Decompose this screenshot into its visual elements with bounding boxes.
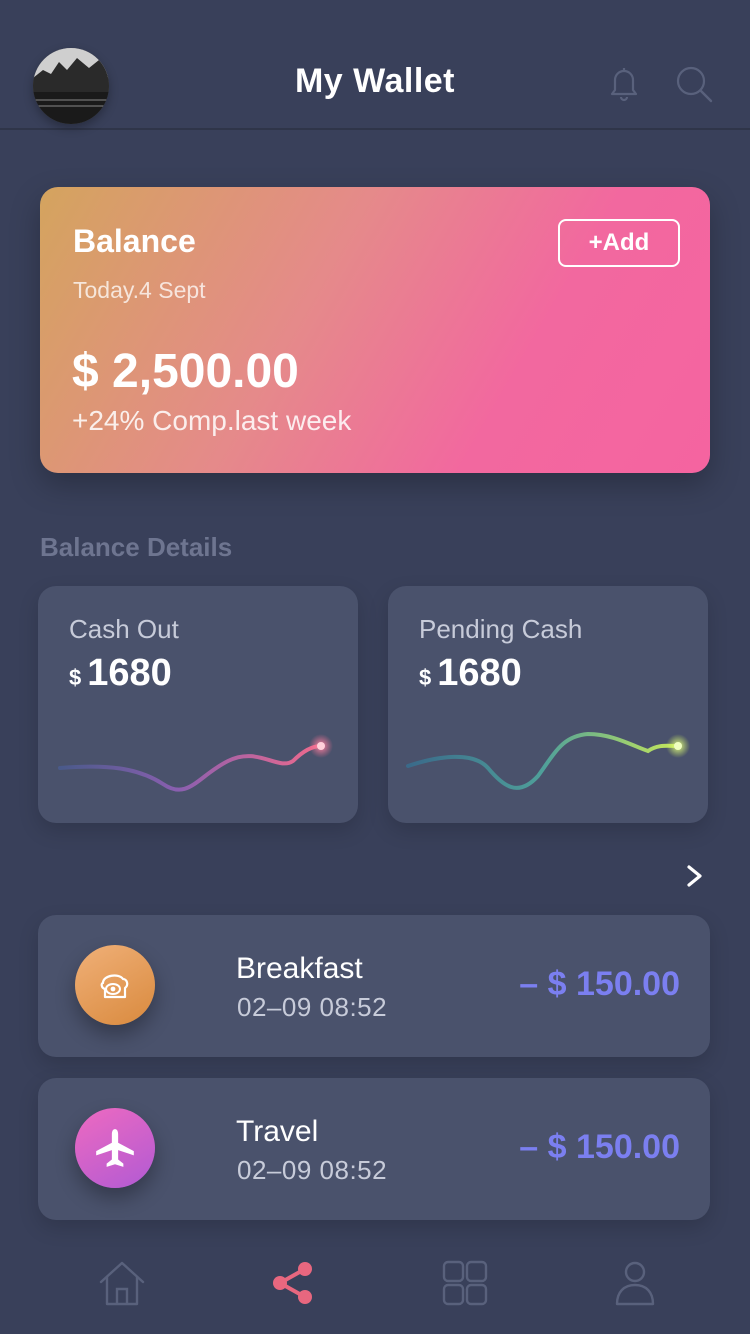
transaction-row[interactable]: Travel 02–09 08:52 – $ 150.00 bbox=[38, 1078, 710, 1220]
balance-date: Today.4 Sept bbox=[73, 277, 206, 303]
stat-label: Pending Cash bbox=[419, 614, 583, 644]
grid-icon[interactable] bbox=[440, 1258, 490, 1308]
home-icon[interactable] bbox=[97, 1258, 147, 1308]
stat-number: 1680 bbox=[437, 652, 522, 694]
transaction-name: Travel bbox=[236, 1115, 319, 1148]
chevron-right-icon[interactable] bbox=[683, 862, 707, 890]
app-header: My Wallet bbox=[0, 0, 750, 130]
transaction-name: Breakfast bbox=[236, 952, 363, 985]
balance-amount: $ 2,500.00 bbox=[72, 345, 299, 398]
transaction-amount: – $ 150.00 bbox=[519, 965, 680, 1003]
share-icon[interactable] bbox=[268, 1258, 318, 1308]
stat-label: Cash Out bbox=[69, 614, 179, 644]
transaction-row[interactable]: Breakfast 02–09 08:52 – $ 150.00 bbox=[38, 915, 710, 1057]
currency-symbol: $ bbox=[419, 665, 432, 690]
user-icon[interactable] bbox=[610, 1258, 660, 1308]
bell-icon[interactable] bbox=[604, 64, 644, 104]
balance-change: +24% Comp.last week bbox=[72, 405, 352, 436]
pending-cash-sparkline bbox=[406, 731, 690, 790]
stat-value: $1680 bbox=[69, 652, 172, 695]
stat-number: 1680 bbox=[87, 652, 172, 694]
stat-value: $1680 bbox=[419, 652, 522, 695]
section-title: Balance Details bbox=[40, 532, 233, 562]
breakfast-icon bbox=[75, 945, 155, 1025]
transaction-time: 02–09 08:52 bbox=[237, 1155, 388, 1185]
cash-out-sparkline bbox=[58, 734, 333, 792]
transaction-time: 02–09 08:52 bbox=[237, 992, 388, 1022]
transaction-amount: – $ 150.00 bbox=[519, 1128, 680, 1166]
currency-symbol: $ bbox=[69, 665, 82, 690]
add-button[interactable]: +Add bbox=[558, 219, 680, 267]
pending-cash-card[interactable]: Pending Cash $1680 bbox=[388, 586, 708, 823]
balance-label: Balance bbox=[73, 223, 196, 259]
balance-card: Balance Today.4 Sept +Add $ 2,500.00 +24… bbox=[40, 187, 710, 473]
airplane-icon bbox=[75, 1108, 155, 1188]
tab-bar bbox=[0, 1250, 750, 1334]
search-icon[interactable] bbox=[674, 64, 714, 104]
cash-out-card[interactable]: Cash Out $1680 bbox=[38, 586, 358, 823]
